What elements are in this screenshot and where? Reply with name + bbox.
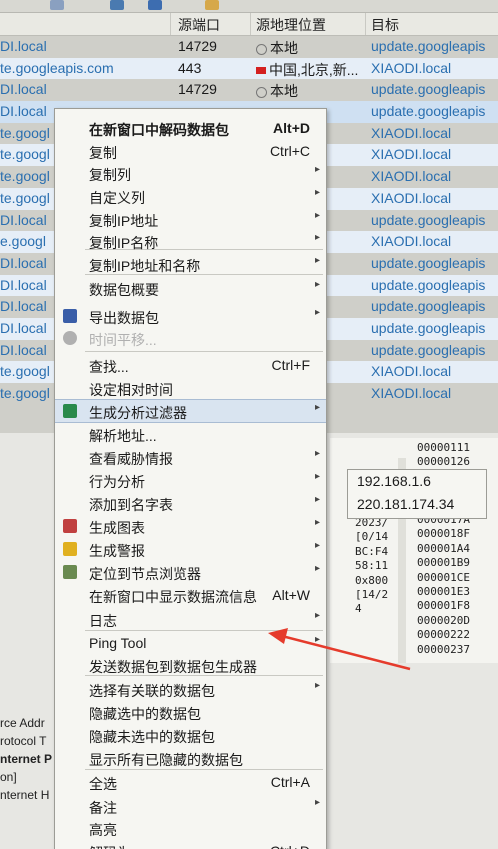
annotation-arrow [268,628,411,671]
app-window: 源端口 源地理位置 目标 DI.local 14729 本地 update.googl… [0,0,498,849]
